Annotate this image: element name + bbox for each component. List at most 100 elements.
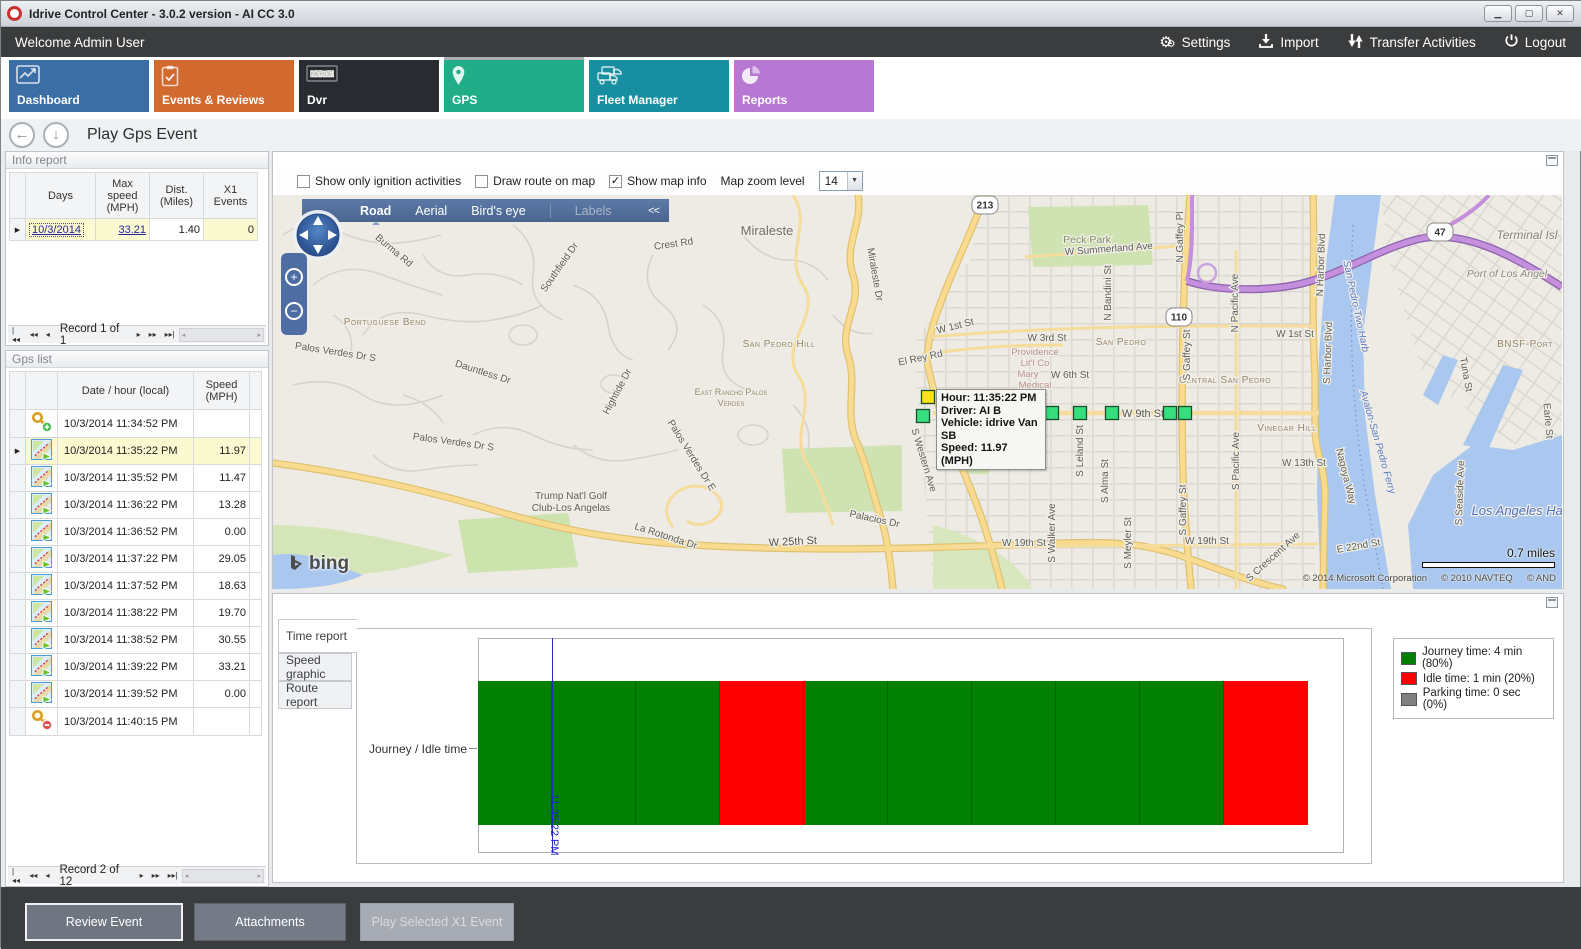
gps-point-marker[interactable] [1106,407,1119,420]
checkbox-show-map-info[interactable]: ✓Show map info [609,174,706,188]
col-date-hour[interactable]: Date / hour (local) [58,372,194,410]
highway-shield-47: 47 [1427,223,1453,241]
horizontal-scrollbar[interactable]: ◂▸ [179,328,264,342]
gps-list-table: Date / hour (local) Speed (MPH) 10/3/201… [9,371,262,736]
attachments-button[interactable]: Attachments [194,903,346,941]
highway-shield-213: 213 [972,196,998,214]
gps-list-row[interactable]: 10/3/2014 11:35:52 PM11.47 [10,465,262,492]
checkbox-icon[interactable]: ✓ [609,175,622,188]
review-event-button[interactable]: Review Event [25,903,183,941]
logout-button[interactable]: Logout [1504,33,1566,51]
map-view-tab-aerial[interactable]: Aerial [415,204,447,218]
max-speed-link[interactable]: 33.21 [118,224,146,236]
gps-list-row[interactable]: ▶10/3/2014 11:35:22 PM11.97 [10,438,262,465]
last-record-button[interactable]: ▸▸| [165,330,175,339]
bing-logo: bing [289,553,349,575]
gps-list-row[interactable]: 10/3/2014 11:39:22 PM33.21 [10,654,262,681]
collapse-button[interactable]: ↓ [43,122,69,148]
import-button[interactable]: Import [1258,33,1318,52]
checkbox-icon[interactable] [297,175,310,188]
gps-list-row[interactable]: 10/3/2014 11:38:52 PM30.55 [10,627,262,654]
minimize-button[interactable]: ▁ [1484,5,1512,22]
map-label: W 25th St [768,535,817,550]
legend-swatch [1401,693,1417,706]
map-label: W 19th St [1002,538,1046,549]
gps-point-marker[interactable] [917,410,930,423]
gps-list-row[interactable]: 10/3/2014 11:36:22 PM13.28 [10,492,262,519]
map-view-tab-bird-s-eye[interactable]: Bird's eye [471,204,526,218]
tab-route-report[interactable]: Route report [278,681,352,709]
map-toolbar-collapse[interactable]: << [648,205,659,217]
gps-point-marker[interactable] [1179,407,1192,420]
day-link[interactable]: 10/3/2014 [32,224,81,236]
gps-list-row[interactable]: 10/3/2014 11:40:15 PM [10,708,262,736]
col-x1-events[interactable]: X1 Events [204,173,258,219]
time-cursor-label: 11:35:22 PM [548,794,560,856]
nav-tile-gps[interactable]: GPS [444,60,584,112]
map-label: Lit'l Co [1021,358,1050,369]
key-off-icon [26,708,58,736]
nav-tile-dashboard[interactable]: Dashboard [9,60,149,112]
col-speed[interactable]: Speed (MPH) [194,372,250,410]
checkbox-draw-route-on-map[interactable]: Draw route on map [475,174,595,188]
prev-page-button[interactable]: ◂◂ [30,330,38,339]
gps-speed [194,708,250,736]
close-button[interactable]: ✕ [1546,5,1574,22]
collapse-panel-icon[interactable] [1546,155,1558,166]
map-label: S Pacific Ave [1231,431,1242,490]
back-button[interactable]: ← [9,122,35,148]
tab-speed-graphic[interactable]: Speed graphic [278,653,352,681]
first-record-button[interactable]: |◂◂ [12,326,22,344]
map-label: East Rancho Palos [695,387,768,397]
gps-list-row[interactable]: 10/3/2014 11:37:22 PM29.05 [10,546,262,573]
map[interactable]: Burma RdSouthfield DrCrest RdMiralesteMi… [273,195,1562,589]
prev-record-button[interactable]: ◂ [46,330,50,339]
tab-time-report[interactable]: Time report [278,619,357,653]
nav-tile-dvr[interactable]: MERGEDvr [299,60,439,112]
next-page-button[interactable]: ▸▸ [152,871,160,880]
checkbox-icon[interactable] [475,175,488,188]
next-page-button[interactable]: ▸▸ [149,330,157,339]
zoom-in-button[interactable]: + [285,268,303,286]
gps-date: 10/3/2014 11:36:22 PM [58,492,194,519]
map-scale-bar [1422,562,1555,568]
chevron-down-icon[interactable]: ▼ [847,172,862,190]
selected-point-marker[interactable] [922,391,935,404]
gps-list-row[interactable]: 10/3/2014 11:36:52 PM0.00 [10,519,262,546]
map-view-tab-road[interactable]: Road [360,204,391,218]
legend-item: Parking time: 0 sec (0%) [1401,687,1546,711]
gps-list-row[interactable]: 10/3/2014 11:39:52 PM0.00 [10,681,262,708]
prev-record-button[interactable]: ◂ [45,871,49,880]
prev-page-button[interactable]: ◂◂ [29,871,37,880]
collapse-panel-icon[interactable] [1546,597,1558,608]
last-record-button[interactable]: ▸▸| [168,871,178,880]
gps-list-row[interactable]: 10/3/2014 11:37:52 PM18.63 [10,573,262,600]
map-canvas[interactable]: Burma RdSouthfield DrCrest RdMiralesteMi… [273,195,1562,589]
map-zoom-level-select[interactable]: 14▼ [819,171,863,191]
col-days[interactable]: Days [26,173,96,219]
nav-tile-fleet-manager[interactable]: Fleet Manager [589,60,729,112]
gps-date: 10/3/2014 11:40:15 PM [58,708,194,736]
table-row[interactable]: ▶ 10/3/2014 33.21 1.40 0 [10,219,258,241]
gps-point-marker[interactable] [1046,407,1059,420]
checkbox-show-only-ignition-activities[interactable]: Show only ignition activities [297,174,461,188]
map-label: San Pedro Hill [743,339,816,350]
col-dist[interactable]: Dist. (Miles) [150,173,204,219]
nav-tile-events-reviews[interactable]: Events & Reviews [154,60,294,112]
col-max-speed[interactable]: Max speed (MPH) [96,173,150,219]
settings-button[interactable]: ⚙⚙ Settings [1159,35,1230,50]
gps-point-marker[interactable] [1164,407,1177,420]
next-record-button[interactable]: ▸ [140,871,144,880]
zoom-out-button[interactable]: − [285,302,303,320]
gps-point-marker[interactable] [1074,407,1087,420]
horizontal-scrollbar[interactable]: ◂▸ [182,869,264,883]
first-record-button[interactable]: |◂◂ [12,867,21,885]
maximize-button[interactable]: ▢ [1515,5,1543,22]
gps-list-row[interactable]: 10/3/2014 11:34:52 PM [10,410,262,438]
transfer-activities-button[interactable]: Transfer Activities [1347,33,1476,52]
window-title: Idrive Control Center - 3.0.2 version - … [29,7,295,21]
map-label: S Seaside Ave [1454,460,1467,526]
nav-tile-reports[interactable]: Reports [734,60,874,112]
next-record-button[interactable]: ▸ [137,330,141,339]
gps-list-row[interactable]: 10/3/2014 11:38:22 PM19.70 [10,600,262,627]
